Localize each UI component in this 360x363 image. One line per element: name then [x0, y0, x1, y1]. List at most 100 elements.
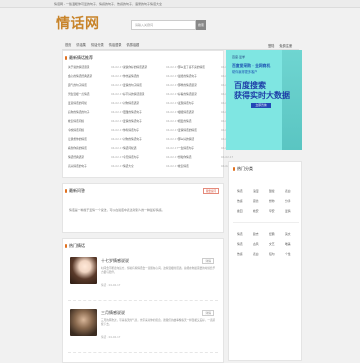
- category-link[interactable]: 浪漫: [253, 189, 259, 193]
- latest-row: 关于说的情话语录 04-02-17 说说你好的情话语录 04-02-17 那么爱了喜不完…: [68, 65, 238, 73]
- latest-row-date: 04-02-17: [166, 146, 179, 150]
- latest-row-link[interactable]: 那么好的情话: [178, 137, 194, 141]
- latest-row-link[interactable]: 晚安情话: [178, 164, 189, 168]
- category-link[interactable]: 经典: [269, 232, 275, 236]
- latest-row-link[interactable]: 相爱的情话: [178, 119, 191, 123]
- latest-row-date: 04-02-17: [111, 83, 124, 87]
- nav-item-1[interactable]: 情话集: [76, 43, 86, 47]
- latest-row-link[interactable]: 发现情话句子: [178, 101, 194, 105]
- category-link[interactable]: 挽回: [237, 209, 243, 213]
- latest-row-date: 04-02-17: [111, 146, 124, 150]
- latest-row-link[interactable]: 最终的情话句子: [178, 74, 197, 78]
- category-link[interactable]: 情话: [237, 242, 243, 246]
- latest-row-link[interactable]: 那样的情话语录: [178, 83, 197, 87]
- faq-text[interactable]: 情话是一种属于爱情一个说法，可以在说话中表达对别人的一种最好情感。: [69, 208, 164, 212]
- latest-row-link[interactable]: 今天情话句子: [123, 155, 139, 159]
- latest-row-link[interactable]: 高兴情话的句子: [68, 164, 87, 168]
- latest-row-link[interactable]: 对你的情话句子: [123, 137, 142, 141]
- latest-row-link[interactable]: 会心的情话经典语录: [68, 74, 92, 78]
- card-thumbnail[interactable]: [70, 309, 97, 336]
- latest-row-link[interactable]: 好不好的情话语录: [123, 92, 145, 96]
- latest-row-link[interactable]: 看到你真的情话: [68, 146, 87, 150]
- latest-row-link[interactable]: 更甜的情话句子: [123, 110, 142, 114]
- ad-brand: 百度·爱学: [232, 55, 245, 59]
- latest-row-link[interactable]: 情话经典语录: [68, 155, 84, 159]
- latest-row-link[interactable]: 男生温暖一点情话: [68, 92, 90, 96]
- category-link[interactable]: 晚安: [253, 209, 259, 213]
- latest-row-link[interactable]: 爱情情话的情话: [178, 128, 197, 132]
- card-description: 时间会不断走向远方，却总有些情话会一直留在心间。这些温暖的话语，总能在你最需要的…: [101, 267, 216, 274]
- ad-cta-button[interactable]: 立即咨询: [251, 103, 271, 108]
- nav-item-4[interactable]: 情感话题: [127, 43, 140, 47]
- latest-row-link[interactable]: 今晚情话问候: [68, 128, 84, 132]
- latest-row-link[interactable]: 情话问候语: [123, 146, 136, 150]
- ask-question-button[interactable]: 我要提问: [203, 188, 219, 194]
- category-link[interactable]: 甜蜜: [269, 189, 275, 193]
- latest-row: 高兴情话的句子04-02-17情话大全04-02-17晚安情话04-02-17: [68, 164, 238, 172]
- card-title[interactable]: 十七岁情感说说: [101, 258, 129, 264]
- latest-row-date: 04-02-17: [166, 83, 179, 87]
- login-link[interactable]: 登陆: [268, 44, 274, 48]
- latest-row: 男生温暖一点情话04-02-17好不好的情话语录04-02-17好看的情话语录0…: [68, 92, 238, 100]
- ad-line-2: 助你赢得更多客户: [232, 70, 258, 74]
- latest-row-link[interactable]: 情话大全: [123, 164, 134, 168]
- category-link[interactable]: 励志: [253, 232, 259, 236]
- latest-row-link[interactable]: 那么爱了喜不完的情话: [178, 65, 205, 69]
- latest-row-link[interactable]: 好看的情话语录: [178, 92, 197, 96]
- register-link[interactable]: 免费注册: [279, 44, 292, 48]
- latest-row-link[interactable]: 对你情话语录: [123, 101, 139, 105]
- ad-banner[interactable]: 百度·爱学 百度爱采购 · 全网商机 助你赢得更多客户 百度搜索 获得实时大数据…: [226, 50, 302, 150]
- category-link[interactable]: 短句: [269, 252, 275, 256]
- latest-row-link[interactable]: 后你的情话的句子: [68, 110, 90, 114]
- card-thumbnail[interactable]: [70, 257, 97, 284]
- card-title[interactable]: 三月情感说说: [101, 310, 125, 316]
- card-more-button[interactable]: 详情: [202, 258, 214, 264]
- category-link[interactable]: 早安: [269, 209, 275, 213]
- latest-row-link[interactable]: 你也是情话的: [123, 74, 139, 78]
- category-link[interactable]: 英文: [285, 232, 291, 236]
- category-link[interactable]: 情话: [237, 189, 243, 193]
- category-link[interactable]: 表白: [285, 189, 291, 193]
- latest-row: 情话经典语录 04-02-17 今天情话句子 04-02-17 想和你情话 04-02-1…: [68, 155, 238, 163]
- category-link[interactable]: 爱情: [285, 209, 291, 213]
- category-link[interactable]: 古风: [253, 242, 259, 246]
- category-link[interactable]: 表白: [253, 252, 259, 256]
- nav-item-2[interactable]: 情话分类: [91, 43, 104, 47]
- hot-card[interactable]: 三月情感说说 详情 三月的风吹过，带来春天的气息，也带来对你的思念。愿我们的故事…: [68, 307, 218, 353]
- latest-row-link[interactable]: 关于说的情话语录: [68, 65, 90, 69]
- categories-title: 热门分类: [233, 166, 253, 171]
- latest-row-link[interactable]: 爱情的句子情话: [123, 83, 142, 87]
- category-link[interactable]: 分手: [285, 199, 291, 203]
- latest-row-date: 04-02-17: [166, 137, 179, 141]
- latest-row-date: 04-02-17: [166, 92, 179, 96]
- latest-row-link[interactable]: 一生情话句子: [178, 146, 194, 150]
- latest-row-link[interactable]: 说说你好的情话语录: [123, 65, 147, 69]
- latest-row-link[interactable]: 让我想你的情话: [68, 137, 87, 141]
- nav-item-3[interactable]: 情话语录: [109, 43, 122, 47]
- faq-panel: 最新问答 我要提问 情话是一种属于爱情一个说法，可以在说话中表达对别人的一种最好…: [62, 183, 224, 233]
- latest-row-link[interactable]: 暖暖情话语录: [178, 110, 194, 114]
- category-link[interactable]: 伤感: [237, 199, 243, 203]
- category-link[interactable]: 个性: [285, 252, 291, 256]
- latest-row-link[interactable]: 晚安情话问候: [68, 119, 84, 123]
- category-link[interactable]: 思念: [253, 199, 259, 203]
- hot-card[interactable]: 十七岁情感说说 详情 时间会不断走向远方，却总有些情话会一直留在心间。这些温暖的…: [68, 255, 218, 301]
- latest-row-link[interactable]: 你有情话句子: [123, 128, 139, 132]
- latest-row: 后你的情话的句子04-02-17更甜的情话句子04-02-17暖暖情话语录04-…: [68, 110, 238, 118]
- latest-row-date: 04-02-17: [166, 110, 179, 114]
- latest-row-link[interactable]: 爱情的情话句子: [123, 119, 142, 123]
- category-link[interactable]: 伤感: [237, 252, 243, 256]
- card-more-button[interactable]: 详情: [202, 310, 214, 316]
- site-logo[interactable]: 情话网: [56, 13, 100, 33]
- nav-item-home[interactable]: 首页: [65, 43, 71, 47]
- category-link[interactable]: 情话: [237, 232, 243, 236]
- search-input[interactable]: 请输入关键词: [131, 20, 196, 30]
- latest-row-link[interactable]: 想和你情话: [178, 155, 191, 159]
- search-button[interactable]: 搜索: [196, 20, 206, 30]
- latest-row-link[interactable]: 霸气的句子情话: [68, 83, 87, 87]
- category-link[interactable]: 文艺: [269, 242, 275, 246]
- latest-row-date: 04-02-17: [166, 155, 179, 159]
- latest-row-link[interactable]: 爱意情话的问候: [68, 101, 87, 105]
- category-link[interactable]: 唯美: [285, 242, 291, 246]
- category-link[interactable]: 想你: [269, 199, 275, 203]
